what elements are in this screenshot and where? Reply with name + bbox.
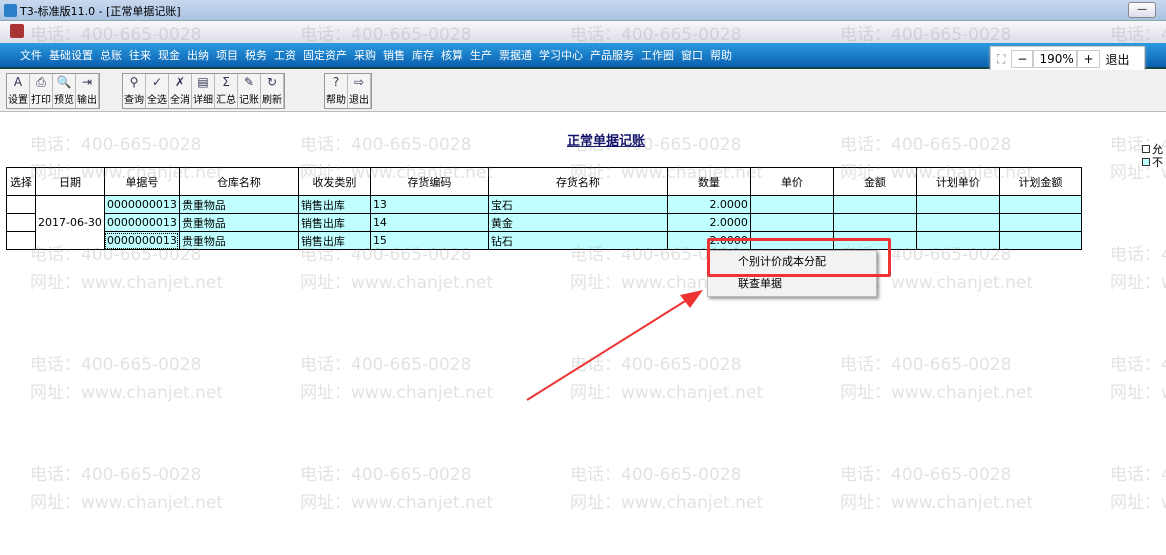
- annotation-arrow: [526, 290, 703, 401]
